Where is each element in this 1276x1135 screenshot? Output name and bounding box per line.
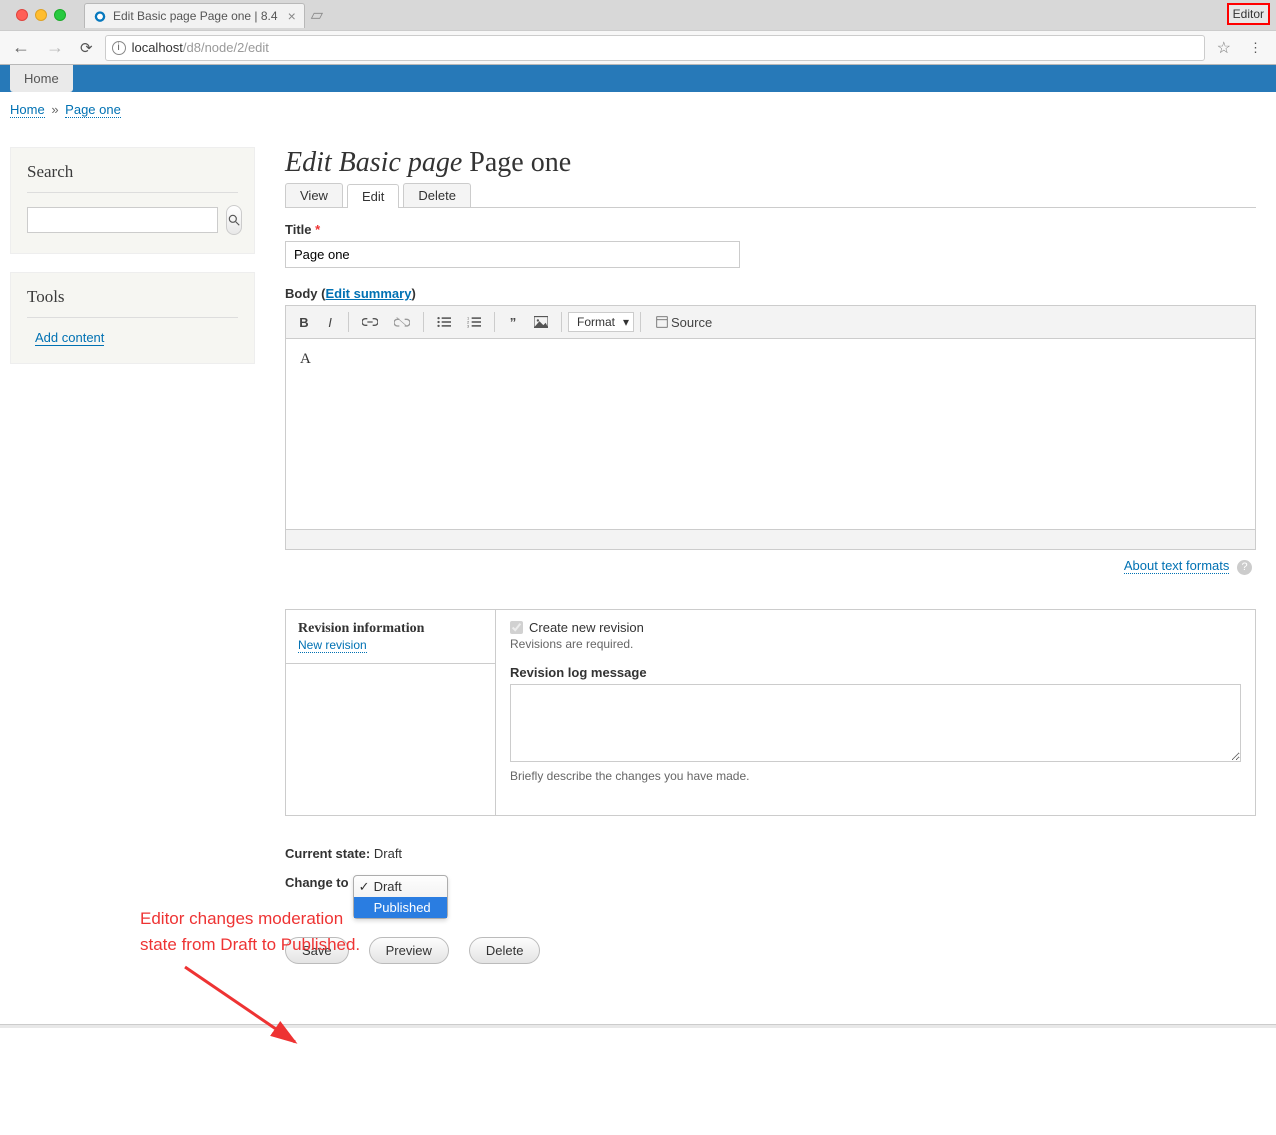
help-icon[interactable]: ?: [1237, 560, 1252, 575]
preview-button[interactable]: Preview: [369, 937, 449, 964]
editor-toolbar: B I 123: [286, 306, 1255, 339]
source-icon: [656, 316, 668, 328]
reload-button-icon[interactable]: ⟳: [76, 39, 97, 57]
svg-text:3: 3: [467, 323, 469, 328]
new-tab-icon[interactable]: ▱: [311, 5, 323, 25]
search-block: Search: [10, 147, 255, 254]
close-window-icon[interactable]: [16, 9, 28, 21]
link-button-icon[interactable]: [355, 310, 385, 334]
tools-block-title: Tools: [27, 287, 238, 318]
vertical-tabs-nav: Revision information New revision: [286, 610, 496, 815]
drupal-favicon-icon: [93, 9, 107, 23]
editor-footer: [286, 529, 1255, 549]
page-title-suffix: Page one: [469, 147, 571, 178]
rich-text-editor: B I 123: [285, 305, 1256, 550]
vertical-tabs-content: Create new revision Revisions are requir…: [496, 610, 1255, 815]
browser-menu-icon[interactable]: ⋮: [1243, 40, 1268, 56]
site-info-icon[interactable]: i: [112, 41, 126, 55]
save-button[interactable]: Save: [285, 937, 349, 964]
revision-log-label: Revision log message: [510, 665, 1241, 680]
editor-extension-badge[interactable]: Editor: [1227, 3, 1270, 25]
minimize-window-icon[interactable]: [35, 9, 47, 21]
current-state-value: Draft: [374, 846, 402, 861]
url-host: localhost: [132, 40, 183, 55]
moderation-state-dropdown[interactable]: Draft Published: [353, 875, 448, 919]
toolbar-separator: [640, 312, 641, 332]
breadcrumb-home[interactable]: Home: [10, 102, 45, 118]
add-content-link[interactable]: Add content: [35, 330, 104, 346]
breadcrumb: Home » Page one: [0, 92, 1276, 117]
revision-panel: Revision information New revision Create…: [285, 609, 1256, 816]
title-field: Title *: [285, 222, 1256, 268]
revision-log-help: Briefly describe the changes you have ma…: [510, 769, 1241, 783]
toolbar-separator: [494, 312, 495, 332]
primary-tabs: View Edit Delete: [285, 183, 1256, 208]
tools-block: Tools Add content: [10, 272, 255, 364]
title-input[interactable]: [285, 241, 740, 268]
editor-body[interactable]: A: [286, 339, 1255, 529]
form-actions: Save Preview Delete: [285, 937, 1256, 964]
search-submit-button[interactable]: [226, 205, 242, 235]
tab-delete[interactable]: Delete: [403, 183, 471, 207]
browser-tab-bar: Edit Basic page Page one | 8.4 × ▱ Edito…: [0, 0, 1276, 30]
italic-button[interactable]: I: [318, 310, 342, 334]
change-to-label: Change to: [285, 875, 349, 890]
about-text-formats-link[interactable]: About text formats: [1124, 558, 1230, 574]
search-input[interactable]: [27, 207, 218, 233]
tab-edit[interactable]: Edit: [347, 184, 399, 208]
tab-close-icon[interactable]: ×: [288, 8, 296, 24]
forward-button-icon: →: [42, 37, 68, 58]
back-button-icon[interactable]: ←: [8, 37, 34, 58]
home-toolbar-tab[interactable]: Home: [10, 65, 73, 92]
browser-tab[interactable]: Edit Basic page Page one | 8.4 ×: [84, 3, 305, 28]
title-label: Title *: [285, 222, 1256, 237]
current-state-label: Current state:: [285, 846, 370, 861]
create-new-revision-checkbox: [510, 621, 523, 634]
page-title-prefix: Edit Basic page: [285, 147, 462, 178]
toolbar-separator: [348, 312, 349, 332]
bookmark-star-icon[interactable]: ☆: [1213, 38, 1235, 58]
chevron-down-icon: ▾: [623, 315, 629, 329]
body-label: Body (Edit summary): [285, 286, 416, 301]
page-title: Edit Basic page Page one: [285, 147, 1256, 179]
format-dropdown[interactable]: Format ▾: [568, 312, 634, 332]
dropdown-option-draft[interactable]: Draft: [354, 876, 447, 897]
sidebar: Search Tools Add content: [10, 147, 255, 964]
bold-button[interactable]: B: [292, 310, 316, 334]
main-content: Edit Basic page Page one View Edit Delet…: [285, 147, 1266, 964]
address-bar[interactable]: i localhost/d8/node/2/edit: [105, 35, 1205, 61]
vtab-title: Revision information: [298, 621, 424, 636]
tab-view[interactable]: View: [285, 183, 343, 207]
edit-summary-link[interactable]: Edit summary: [325, 286, 411, 301]
vtab-subtitle: New revision: [298, 638, 367, 653]
revision-log-textarea[interactable]: [510, 684, 1241, 762]
unlink-button-icon[interactable]: [387, 310, 417, 334]
search-icon: [227, 213, 241, 227]
search-block-title: Search: [27, 162, 238, 193]
breadcrumb-current[interactable]: Page one: [65, 102, 121, 118]
browser-chrome: Edit Basic page Page one | 8.4 × ▱ Edito…: [0, 0, 1276, 65]
browser-toolbar: ← → ⟳ i localhost/d8/node/2/edit ☆ ⋮: [0, 30, 1276, 64]
browser-tab-title: Edit Basic page Page one | 8.4: [113, 9, 278, 23]
toolbar-separator: [561, 312, 562, 332]
vtab-revision-information[interactable]: Revision information New revision: [286, 610, 495, 664]
source-button[interactable]: Source: [647, 310, 721, 334]
window-controls: [8, 9, 74, 21]
bulleted-list-button-icon[interactable]: [430, 310, 458, 334]
url-path: /d8/node/2/edit: [183, 40, 269, 55]
blockquote-button-icon[interactable]: ”: [501, 310, 525, 334]
image-button-icon[interactable]: [527, 310, 555, 334]
maximize-window-icon[interactable]: [54, 9, 66, 21]
drupal-toolbar: Home: [0, 65, 1276, 92]
create-new-revision-label: Create new revision: [529, 620, 644, 635]
delete-button[interactable]: Delete: [469, 937, 541, 964]
revision-required-note: Revisions are required.: [510, 637, 1241, 651]
page-footer-divider: [0, 1024, 1276, 1028]
body-field: Body (Edit summary) B I: [285, 286, 1256, 579]
breadcrumb-separator: »: [51, 102, 58, 117]
toolbar-separator: [423, 312, 424, 332]
dropdown-option-published[interactable]: Published: [354, 897, 447, 918]
numbered-list-button-icon[interactable]: 123: [460, 310, 488, 334]
moderation-state-section: Current state: Draft Change to Draft Pub…: [285, 846, 1256, 919]
